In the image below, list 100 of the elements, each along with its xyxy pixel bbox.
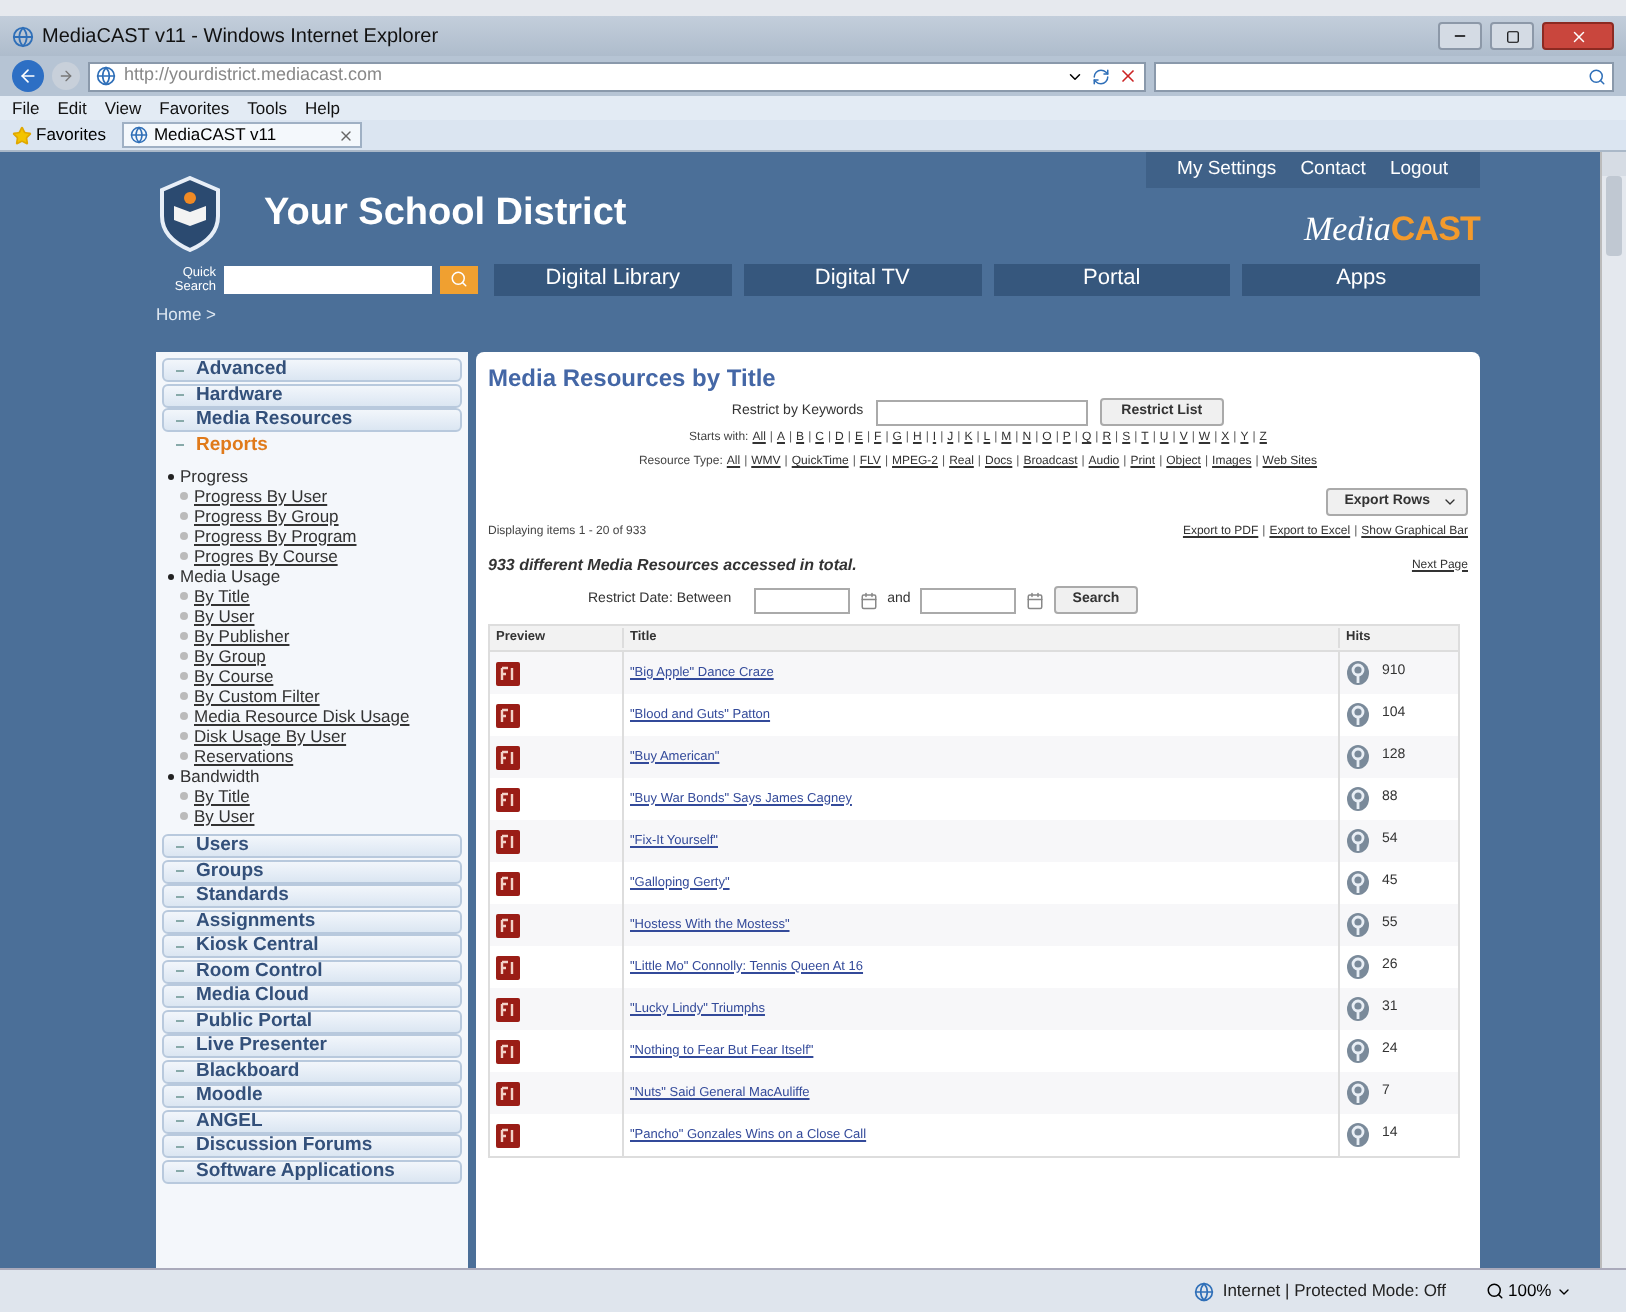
favorites-star-icon <box>12 125 32 145</box>
bullet-icon <box>180 652 188 660</box>
bullet-icon <box>180 532 188 540</box>
nav-tab[interactable]: Digital Library <box>494 263 732 295</box>
zoom-level[interactable]: 100% <box>1508 1278 1552 1304</box>
sidebar-item[interactable]: Assignments <box>162 909 462 933</box>
report-link[interactable]: By Course <box>194 667 274 685</box>
keyword-field[interactable] <box>875 399 1088 425</box>
search-icon <box>1588 67 1606 85</box>
flash-file-icon <box>496 871 520 895</box>
favorites-button[interactable]: Favorites <box>36 122 106 148</box>
report-link[interactable]: By Publisher <box>194 627 290 645</box>
menu-item[interactable]: View <box>104 99 142 117</box>
maximize-button[interactable] <box>1490 22 1534 50</box>
zoom-icon[interactable] <box>1486 1282 1504 1300</box>
menu-item[interactable]: File <box>12 99 40 117</box>
report-link[interactable]: Progress By User <box>194 487 328 505</box>
flash-file-icon <box>496 829 520 853</box>
scrollbar[interactable] <box>1600 152 1626 1268</box>
start-date-field[interactable] <box>753 587 850 613</box>
sidebar-item[interactable]: Blackboard <box>162 1059 462 1083</box>
sidebar-item[interactable]: Kiosk Central <box>162 934 462 958</box>
breadcrumb: Home > <box>156 301 218 327</box>
window-title: MediaCAST v11 - Windows Internet Explorer <box>42 23 439 51</box>
bullet-icon <box>180 552 188 560</box>
report-link[interactable]: Progres By Course <box>194 547 338 565</box>
menu-item[interactable]: Edit <box>57 99 87 117</box>
report-group-label: Bandwidth <box>180 767 260 785</box>
report-link[interactable]: By Group <box>194 647 266 665</box>
report-link[interactable]: Disk Usage By User <box>194 727 347 745</box>
site-title: Your School District <box>264 189 627 238</box>
sidebar-item[interactable]: ANGEL <box>162 1109 462 1133</box>
sidebar-item[interactable]: Public Portal <box>162 1009 462 1033</box>
minus-icon <box>176 444 184 446</box>
close-button[interactable] <box>1542 22 1614 50</box>
end-date-field[interactable] <box>920 587 1017 613</box>
sidebar-item[interactable]: Media Cloud <box>162 984 462 1008</box>
caret-icon <box>1442 494 1458 510</box>
sidebar-item[interactable]: Media Resources <box>162 408 462 432</box>
report-link[interactable]: Media Resource Disk Usage <box>194 707 410 725</box>
report-link[interactable]: By Title <box>194 587 250 605</box>
nav-tab[interactable]: Portal <box>993 263 1231 295</box>
bullet-icon <box>180 752 188 760</box>
report-link[interactable]: By User <box>194 607 255 625</box>
sidebar-item[interactable]: Users <box>162 834 462 858</box>
bullet-icon <box>180 672 188 680</box>
flash-file-icon <box>496 661 520 685</box>
top-link[interactable]: My Settings <box>1177 155 1277 185</box>
bullet-icon <box>180 612 188 620</box>
bullet-icon <box>180 592 188 600</box>
back-button[interactable] <box>12 60 44 92</box>
sidebar-item[interactable]: Standards <box>162 884 462 908</box>
stop-icon[interactable] <box>1118 66 1138 86</box>
search-icon <box>450 270 468 288</box>
sidebar-item[interactable]: Software Applications <box>162 1159 462 1183</box>
forward-arrow-icon <box>58 68 74 84</box>
bullet-icon <box>168 473 174 479</box>
forward-button[interactable] <box>52 62 80 90</box>
bullet-icon <box>180 732 188 740</box>
sidebar-item[interactable]: Hardware <box>162 383 462 407</box>
sidebar-item[interactable]: Room Control <box>162 959 462 983</box>
address-field[interactable]: http://yourdistrict.mediacast.com <box>88 61 1146 91</box>
top-link[interactable]: Logout <box>1389 155 1448 185</box>
flash-file-icon <box>496 745 520 769</box>
school-crest-icon <box>156 176 224 252</box>
sidebar-item[interactable]: Groups <box>162 859 462 883</box>
close-tab-icon[interactable] <box>337 127 354 143</box>
flash-file-icon <box>496 997 520 1021</box>
calendar-icon[interactable] <box>1026 591 1045 609</box>
menu-item[interactable]: Favorites <box>159 99 230 117</box>
nav-tab[interactable]: Digital TV <box>743 263 981 295</box>
top-link[interactable]: Contact <box>1300 155 1366 185</box>
report-group-label: Media Usage <box>180 567 281 585</box>
nav-tab[interactable]: Apps <box>1242 263 1480 295</box>
calendar-icon[interactable] <box>859 591 878 609</box>
bullet-icon <box>168 573 174 579</box>
flash-file-icon <box>496 1081 520 1105</box>
report-link[interactable]: By Custom Filter <box>194 687 320 705</box>
report-link[interactable]: By Title <box>194 787 250 805</box>
back-arrow-icon <box>18 66 38 86</box>
browser-tab[interactable]: MediaCAST v11 <box>121 122 362 148</box>
menu-item[interactable]: Help <box>304 99 340 117</box>
summary-text: 933 different Media Resources accessed in total. <box>488 554 857 578</box>
report-link[interactable]: By User <box>194 807 255 825</box>
search-box[interactable] <box>1154 61 1614 91</box>
sidebar-item[interactable]: Advanced <box>162 358 462 382</box>
search-button[interactable] <box>440 265 478 293</box>
bullet-icon <box>168 773 174 779</box>
report-link[interactable]: Progress By Group <box>194 507 339 525</box>
sidebar-item[interactable]: Discussion Forums <box>162 1134 462 1158</box>
status-text: Internet | Protected Mode: Off <box>1222 1278 1446 1304</box>
sidebar-item[interactable]: Moodle <box>162 1084 462 1108</box>
quick-search-field[interactable] <box>224 265 432 293</box>
refresh-icon[interactable] <box>1092 67 1110 85</box>
report-link[interactable]: Reservations <box>194 747 294 765</box>
bullet-icon <box>180 632 188 640</box>
menu-item[interactable]: Tools <box>247 99 287 117</box>
sidebar-item[interactable]: Live Presenter <box>162 1034 462 1058</box>
bullet-icon <box>180 812 188 820</box>
report-link[interactable]: Progress By Program <box>194 527 357 545</box>
